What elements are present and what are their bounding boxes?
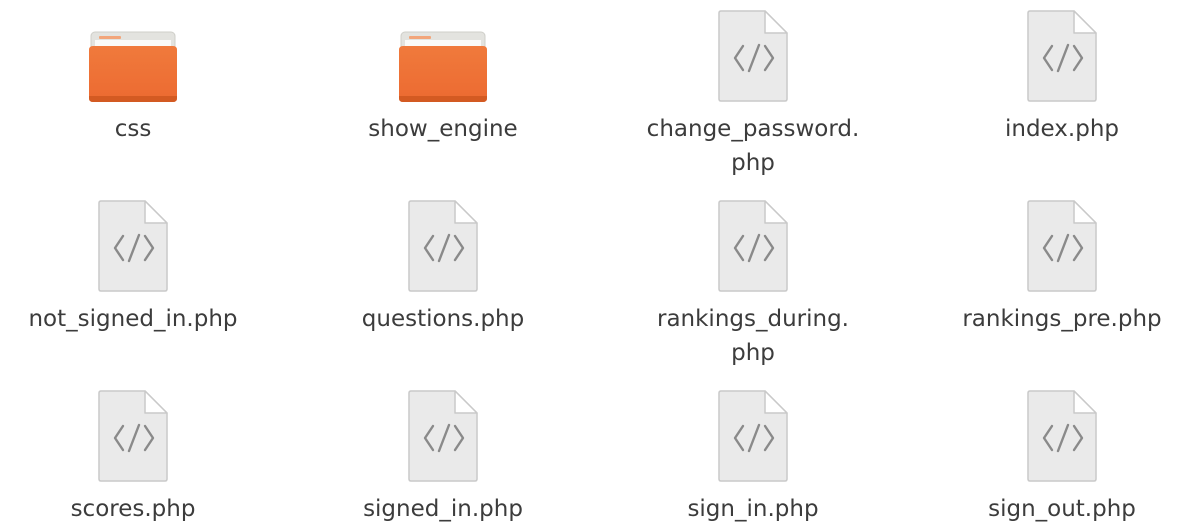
file-item[interactable]: sign_out.php — [922, 388, 1188, 523]
file-item[interactable]: rankings_pre.php — [922, 198, 1188, 336]
item-label: sign_out.php — [988, 496, 1136, 522]
file-item[interactable]: signed_in.php — [303, 388, 583, 523]
file-item[interactable]: index.php — [922, 8, 1188, 146]
code-file-icon — [408, 200, 478, 292]
code-file-icon — [718, 390, 788, 482]
code-file-icon — [1027, 200, 1097, 292]
code-file-icon — [408, 390, 478, 482]
file-item[interactable]: not_signed_in.php — [0, 198, 273, 336]
folder-item[interactable]: show_engine — [303, 8, 583, 146]
item-label: signed_in.php — [363, 496, 523, 522]
code-file-icon — [718, 10, 788, 102]
file-item[interactable]: questions.php — [303, 198, 583, 336]
item-label: show_engine — [368, 116, 518, 142]
item-label: rankings_pre.php — [962, 306, 1162, 332]
code-file-icon — [98, 390, 168, 482]
file-item[interactable]: rankings_during.php — [613, 198, 893, 370]
file-icon-grid: css show_engine change_password.php inde… — [0, 0, 1188, 523]
item-label: change_password. — [646, 116, 860, 142]
item-label: index.php — [1004, 116, 1119, 142]
item-label: not_signed_in.php — [28, 306, 238, 332]
item-label: php — [731, 150, 775, 176]
folder-item[interactable]: css — [0, 8, 273, 146]
file-item[interactable]: scores.php — [0, 388, 273, 523]
item-label: php — [731, 340, 775, 366]
item-label: questions.php — [361, 306, 525, 332]
code-file-icon — [1027, 390, 1097, 482]
code-file-icon — [98, 200, 168, 292]
item-label: rankings_during. — [656, 306, 849, 332]
item-label: css — [114, 116, 152, 142]
folder-icon — [399, 31, 487, 102]
item-label: scores.php — [70, 496, 196, 522]
folder-icon — [89, 31, 177, 102]
file-item[interactable]: change_password.php — [613, 8, 893, 180]
code-file-icon — [718, 200, 788, 292]
file-item[interactable]: sign_in.php — [613, 388, 893, 523]
code-file-icon — [1027, 10, 1097, 102]
item-label: sign_in.php — [687, 496, 819, 522]
